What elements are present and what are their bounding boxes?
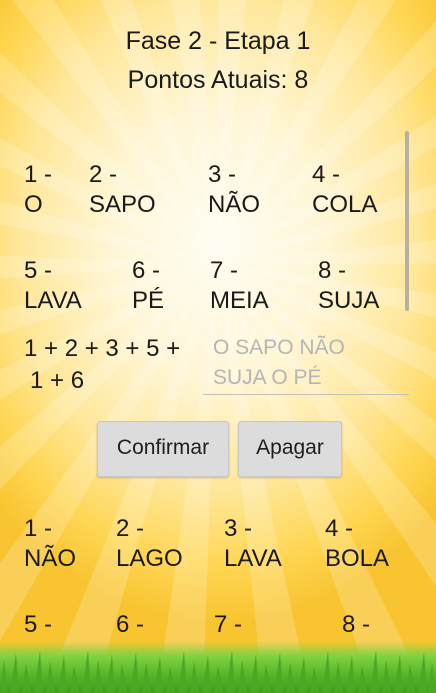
word-number: 4 - xyxy=(325,515,354,542)
word-number: 1 - xyxy=(24,515,53,542)
word-number: 5 - xyxy=(24,257,53,284)
word-text: NÃO xyxy=(208,191,261,218)
sum-line: 1 + 6 xyxy=(30,367,85,394)
answer-input[interactable]: O SAPO NÃO SUJA O PÉ xyxy=(203,333,409,395)
word-number: 3 - xyxy=(208,161,237,188)
word-item[interactable]: 2 - SAPO xyxy=(89,160,156,220)
current-points: Pontos Atuais: 8 xyxy=(127,66,309,94)
word-item[interactable]: 6 - PÉ xyxy=(132,256,164,316)
word-text: O xyxy=(24,191,43,218)
erase-button[interactable]: Apagar xyxy=(238,421,342,477)
word-item[interactable]: 4 - BOLA xyxy=(325,514,389,574)
sum-line: 1 + 2 + 3 + 5 + xyxy=(24,335,181,362)
word-number: 2 - xyxy=(116,515,145,542)
grass-blades-icon xyxy=(0,650,436,693)
word-text: SAPO xyxy=(89,191,156,218)
scrollbar[interactable] xyxy=(405,131,409,311)
word-text: LAVA xyxy=(224,545,282,572)
stage-title: Fase 2 - Etapa 1 xyxy=(125,27,311,55)
word-item[interactable]: 1 - NÃO xyxy=(24,514,76,574)
word-item[interactable]: 5 - LAVA xyxy=(24,256,82,316)
word-item[interactable]: 8 - SUJA xyxy=(318,256,379,316)
answer-placeholder: O SAPO NÃO xyxy=(213,336,345,359)
word-number: 7 - xyxy=(214,611,243,638)
word-number: 6 - xyxy=(132,257,161,284)
word-text: NÃO xyxy=(24,545,77,572)
word-item[interactable]: 8 - xyxy=(342,610,370,640)
word-number: 1 - xyxy=(24,161,53,188)
word-item[interactable]: 5 - xyxy=(24,610,52,640)
word-number: 7 - xyxy=(210,257,239,284)
word-number: 8 - xyxy=(318,257,347,284)
answer-placeholder: SUJA O PÉ xyxy=(213,366,322,389)
word-item[interactable]: 7 - MEIA xyxy=(210,256,269,316)
word-item[interactable]: 1 - O xyxy=(24,160,52,220)
word-text: SUJA xyxy=(318,287,380,314)
word-number: 6 - xyxy=(116,611,145,638)
grass-decoration xyxy=(0,641,436,693)
word-number: 3 - xyxy=(224,515,253,542)
word-text: MEIA xyxy=(210,287,269,314)
word-text: LAGO xyxy=(116,545,183,572)
word-item[interactable]: 6 - xyxy=(116,610,144,640)
word-item[interactable]: 2 - LAGO xyxy=(116,514,183,574)
word-number: 2 - xyxy=(89,161,118,188)
word-item[interactable]: 3 - LAVA xyxy=(224,514,282,574)
word-text: COLA xyxy=(312,191,378,218)
confirm-button[interactable]: Confirmar xyxy=(97,421,229,477)
word-text: BOLA xyxy=(325,545,390,572)
word-text: PÉ xyxy=(132,287,165,314)
word-item[interactable]: 3 - NÃO xyxy=(208,160,260,220)
word-item[interactable]: 4 - COLA xyxy=(312,160,377,220)
word-item[interactable]: 7 - xyxy=(214,610,242,640)
word-number: 5 - xyxy=(24,611,53,638)
word-number: 4 - xyxy=(312,161,341,188)
word-number: 8 - xyxy=(342,611,371,638)
sum-expression: 1 + 2 + 3 + 5 + 1 + 6 xyxy=(24,333,204,397)
word-text: LAVA xyxy=(24,287,82,314)
